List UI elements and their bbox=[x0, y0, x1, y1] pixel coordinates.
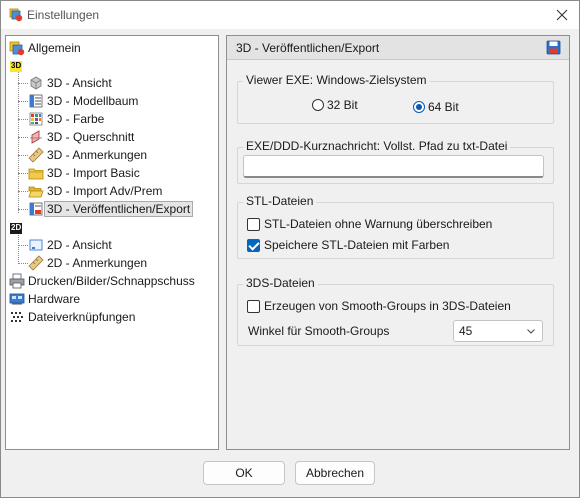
cancel-button[interactable]: Abbrechen bbox=[295, 461, 375, 485]
tree-group-2d[interactable]: 2D bbox=[10, 219, 23, 237]
tree-item-print[interactable]: Drucken/Bilder/Schnappschuss bbox=[9, 272, 198, 290]
tree-item-general[interactable]: Allgemein bbox=[9, 39, 84, 57]
tree-connector bbox=[18, 235, 19, 264]
window-title: Einstellungen bbox=[27, 8, 100, 22]
tree-item-label: 3D - Querschnitt bbox=[47, 130, 135, 144]
tree-item-file-associations[interactable]: Dateiverknüpfungen bbox=[9, 308, 138, 326]
checkbox-label: STL-Dateien ohne Warnung überschreiben bbox=[264, 217, 493, 231]
file-associations-icon bbox=[9, 309, 25, 325]
title-bar: Einstellungen bbox=[1, 1, 579, 29]
stl-overwrite-checkbox[interactable]: STL-Dateien ohne Warnung überschreiben bbox=[247, 217, 492, 231]
radio-label: 32 Bit bbox=[327, 98, 358, 112]
cube-icon bbox=[28, 75, 44, 91]
radio-indicator bbox=[413, 101, 425, 113]
tds-smooth-checkbox[interactable]: Erzeugen von Smooth-Groups in 3DS-Dateie… bbox=[247, 299, 511, 313]
checkbox-label: Speichere STL-Dateien mit Farben bbox=[264, 238, 450, 252]
hardware-icon bbox=[9, 291, 25, 307]
tree-item-label: 2D - Anmerkungen bbox=[47, 256, 148, 270]
ruler-icon bbox=[28, 147, 44, 163]
tree-item-label: Drucken/Bilder/Schnappschuss bbox=[28, 274, 195, 288]
tree-item-3d-import-adv[interactable]: 3D - Import Adv/Prem bbox=[28, 182, 165, 200]
tree-item-label: 3D - Veröffentlichen/Export bbox=[44, 201, 194, 217]
settings-panel: 3D - Veröffentlichen/Export Viewer EXE: … bbox=[226, 35, 570, 450]
tree-item-3d-color[interactable]: 3D - Farbe bbox=[28, 110, 107, 128]
tree-item-3d-cross-section[interactable]: 3D - Querschnitt bbox=[28, 128, 137, 146]
tree-item-hardware[interactable]: Hardware bbox=[9, 290, 83, 308]
stl-colors-checkbox[interactable]: Speichere STL-Dateien mit Farben bbox=[247, 238, 449, 252]
tree-item-2d-view[interactable]: 2D - Ansicht bbox=[28, 236, 115, 254]
radio-label: 64 Bit bbox=[428, 100, 459, 114]
message-label: EXE/DDD-Kurznachricht: Vollst. Pfad zu t… bbox=[243, 139, 511, 153]
chevron-down-icon bbox=[527, 329, 535, 334]
tree-item-3d-import-basic[interactable]: 3D - Import Basic bbox=[28, 164, 143, 182]
checkbox-indicator bbox=[247, 238, 260, 252]
smooth-angle-label: Winkel für Smooth-Groups bbox=[248, 324, 390, 338]
tree-item-2d-annotations[interactable]: 2D - Anmerkungen bbox=[28, 254, 150, 272]
settings-tree[interactable]: Allgemein 3D 3D - Ansicht 3D - Modellbau… bbox=[5, 35, 219, 450]
tree-item-label: 3D - Anmerkungen bbox=[47, 148, 148, 162]
checkbox-label: Erzeugen von Smooth-Groups in 3DS-Dateie… bbox=[264, 299, 511, 313]
close-button[interactable] bbox=[551, 4, 573, 26]
tree-item-label: 3D - Import Adv/Prem bbox=[47, 184, 163, 198]
tree-item-3d-model-tree[interactable]: 3D - Modellbaum bbox=[28, 92, 141, 110]
tree-item-3d-view[interactable]: 3D - Ansicht bbox=[28, 74, 115, 92]
tree-item-label: 2D - Ansicht bbox=[47, 238, 112, 252]
tds-label: 3DS-Dateien bbox=[243, 276, 318, 290]
smooth-angle-value: 45 bbox=[459, 324, 473, 338]
tree-item-3d-publish-export[interactable]: 3D - Veröffentlichen/Export bbox=[28, 200, 194, 218]
tree-item-label: Hardware bbox=[28, 292, 81, 306]
general-settings-icon bbox=[9, 40, 25, 56]
app-settings-icon bbox=[9, 8, 23, 22]
folder-open-icon bbox=[28, 183, 44, 199]
stl-label: STL-Dateien bbox=[243, 194, 317, 208]
3d-badge-icon: 3D bbox=[10, 60, 23, 72]
ok-button[interactable]: OK bbox=[203, 461, 285, 485]
close-icon bbox=[556, 9, 568, 21]
publish-export-icon bbox=[28, 201, 44, 217]
radio-32-bit[interactable]: 32 Bit bbox=[312, 98, 358, 112]
color-palette-icon bbox=[28, 111, 44, 127]
message-path-input[interactable] bbox=[243, 155, 544, 178]
viewer-exe-label: Viewer EXE: Windows-Zielsystem bbox=[243, 73, 430, 87]
cross-section-icon bbox=[28, 129, 44, 145]
2d-badge-icon: 2D bbox=[10, 222, 23, 234]
tree-item-label: Allgemein bbox=[28, 41, 81, 55]
radio-64-bit[interactable]: 64 Bit bbox=[413, 100, 459, 114]
tree-item-label: 3D - Modellbaum bbox=[47, 94, 139, 108]
tree-item-label: 3D - Import Basic bbox=[47, 166, 140, 180]
2d-view-icon bbox=[28, 237, 44, 253]
ruler-icon bbox=[28, 255, 44, 271]
panel-header: 3D - Veröffentlichen/Export bbox=[227, 36, 569, 60]
save-icon[interactable] bbox=[546, 40, 561, 55]
tree-group-3d[interactable]: 3D bbox=[10, 57, 23, 75]
tree-item-label: 3D - Farbe bbox=[47, 112, 105, 126]
settings-dialog: Einstellungen Allgemein 3D 3D - Ansicht … bbox=[0, 0, 580, 498]
checkbox-indicator bbox=[247, 217, 260, 231]
viewer-exe-group bbox=[237, 81, 554, 124]
tree-item-3d-annotations[interactable]: 3D - Anmerkungen bbox=[28, 146, 150, 164]
tree-item-label: Dateiverknüpfungen bbox=[28, 310, 136, 324]
checkbox-indicator bbox=[247, 299, 260, 313]
folder-icon bbox=[28, 165, 44, 181]
tree-item-label: 3D - Ansicht bbox=[47, 76, 112, 90]
printer-icon bbox=[9, 273, 25, 289]
model-tree-icon bbox=[28, 93, 44, 109]
panel-title: 3D - Veröffentlichen/Export bbox=[236, 41, 380, 55]
smooth-angle-select[interactable]: 45 bbox=[453, 320, 543, 342]
radio-indicator bbox=[312, 99, 324, 111]
